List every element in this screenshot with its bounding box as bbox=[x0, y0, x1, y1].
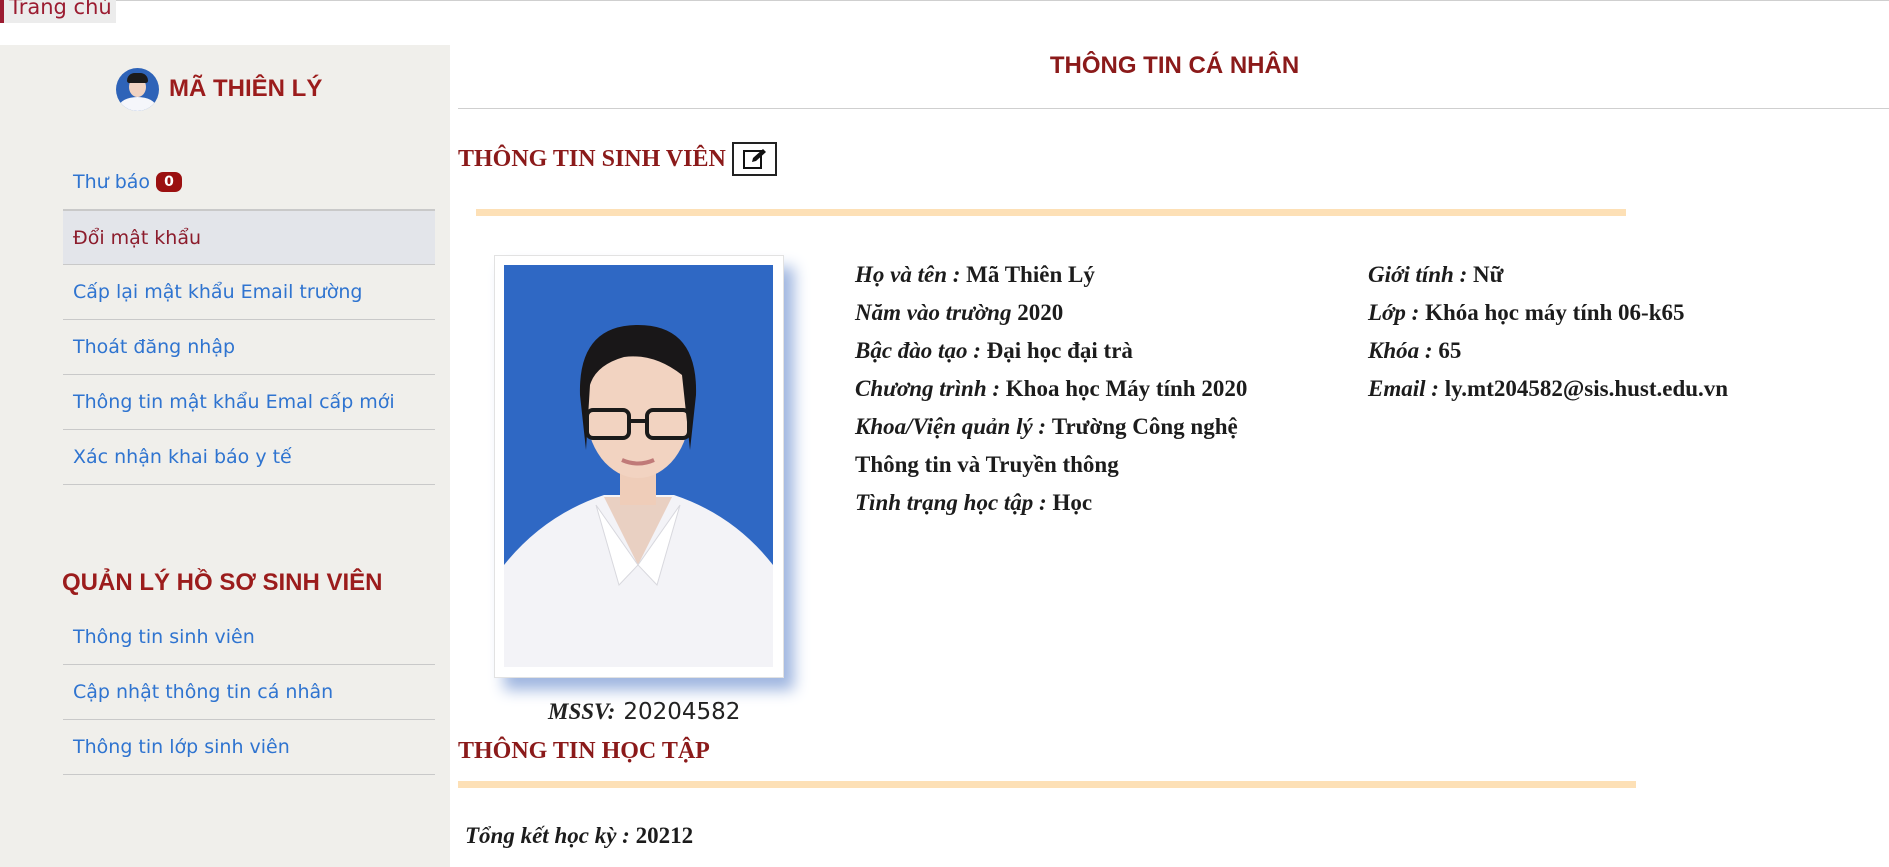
summary-separator: : bbox=[616, 823, 636, 848]
sidebar-item-logout[interactable]: Thoát đăng nhập bbox=[63, 320, 435, 375]
info-label: Năm vào trường bbox=[855, 300, 1012, 325]
info-value: 2020 bbox=[1017, 300, 1064, 325]
sidebar-item-label: Thông tin mật khẩu Emal cấp mới bbox=[73, 391, 395, 413]
info-value: Khóa học máy tính 06-k65 bbox=[1425, 300, 1685, 325]
info-separator: : bbox=[1032, 414, 1052, 439]
info-value: 65 bbox=[1438, 338, 1462, 363]
sidebar-item-reset-email-password[interactable]: Cấp lại mật khẩu Email trường bbox=[63, 265, 435, 320]
info-separator: : bbox=[1405, 300, 1426, 325]
info-right-column: Giới tính : Nữ Lớp : Khóa học máy tính 0… bbox=[1368, 256, 1728, 408]
sidebar-item-new-email-password[interactable]: Thông tin mật khẩu Emal cấp mới bbox=[63, 375, 435, 430]
info-label: Khoa/Viện quản lý bbox=[855, 414, 1033, 439]
info-value: Đại học đại trà bbox=[986, 338, 1133, 363]
page-title: THÔNG TIN CÁ NHÂN bbox=[1049, 52, 1300, 79]
profile-menu: Thông tin sinh viên Cập nhật thông tin c… bbox=[63, 610, 435, 775]
user-header: MÃ THIÊN LÝ bbox=[116, 67, 322, 111]
info-value: Trường Công nghệ bbox=[1051, 414, 1238, 439]
study-section-title: THÔNG TIN HỌC TẬP bbox=[458, 738, 710, 764]
sidebar-item-student-info[interactable]: Thông tin sinh viên bbox=[63, 610, 435, 665]
info-row: Giới tính : Nữ bbox=[1368, 256, 1728, 294]
info-row: Chương trình : Khoa học Máy tính 2020 bbox=[855, 370, 1247, 408]
sidebar-item-update-personal-info[interactable]: Cập nhật thông tin cá nhân bbox=[63, 665, 435, 720]
info-separator: : bbox=[1033, 490, 1053, 515]
sidebar-item-label: Thông tin lớp sinh viên bbox=[73, 736, 290, 758]
info-row: Lớp : Khóa học máy tính 06-k65 bbox=[1368, 294, 1728, 332]
account-menu: Thư báo 0 Đổi mật khẩu Cấp lại mật khẩu … bbox=[63, 155, 435, 485]
info-row: Thông tin và Truyền thông bbox=[855, 446, 1247, 484]
info-row: Họ và tên : Mã Thiên Lý bbox=[855, 256, 1247, 294]
avatar bbox=[116, 67, 159, 111]
info-label: Chương trình bbox=[855, 376, 987, 401]
summary-label: Tổng kết học kỳ bbox=[465, 823, 617, 848]
user-name: MÃ THIÊN LÝ bbox=[169, 75, 323, 102]
info-separator: : bbox=[947, 262, 967, 287]
info-value: Nữ bbox=[1473, 262, 1504, 287]
info-separator: : bbox=[1425, 376, 1445, 401]
top-border bbox=[0, 0, 1889, 1]
info-row: Khoa/Viện quản lý : Trường Công nghệ bbox=[855, 408, 1247, 446]
unread-badge: 0 bbox=[156, 172, 182, 192]
title-divider bbox=[458, 108, 1889, 109]
semester-summary: Tổng kết học kỳ : 20212 bbox=[465, 823, 693, 849]
study-section-divider bbox=[458, 781, 1636, 788]
info-row: Bậc đào tạo : Đại học đại trà bbox=[855, 332, 1247, 370]
sidebar-item-inbox[interactable]: Thư báo 0 bbox=[63, 155, 435, 210]
sidebar-item-label: Thư báo bbox=[73, 171, 151, 193]
sidebar-item-health-declaration[interactable]: Xác nhận khai báo y tế bbox=[63, 430, 435, 485]
edit-icon bbox=[742, 149, 766, 169]
student-id-value: 20204582 bbox=[623, 699, 741, 725]
info-row: Khóa : 65 bbox=[1368, 332, 1728, 370]
info-label: Khóa bbox=[1368, 338, 1420, 363]
info-label: Họ và tên bbox=[855, 262, 947, 287]
student-section-title: THÔNG TIN SINH VIÊN bbox=[458, 146, 726, 172]
profile-section-title: QUẢN LÝ HỒ SƠ SINH VIÊN bbox=[62, 569, 383, 596]
info-separator: : bbox=[1419, 338, 1439, 363]
sidebar-item-label: Thoát đăng nhập bbox=[73, 336, 236, 358]
info-label: Email bbox=[1368, 376, 1426, 401]
info-row: Email : ly.mt204582@sis.hust.edu.vn bbox=[1368, 370, 1728, 408]
info-label: Lớp bbox=[1368, 300, 1406, 325]
info-value: Học bbox=[1052, 490, 1093, 515]
info-value: ly.mt204582@sis.hust.edu.vn bbox=[1444, 376, 1729, 401]
student-id: MSSV: 20204582 bbox=[548, 699, 740, 725]
sidebar-item-label: Cập nhật thông tin cá nhân bbox=[73, 681, 334, 703]
sidebar-item-label: Đổi mật khẩu bbox=[73, 226, 202, 249]
info-row: Năm vào trường 2020 bbox=[855, 294, 1247, 332]
info-separator: : bbox=[1453, 262, 1474, 287]
sidebar-item-label: Thông tin sinh viên bbox=[73, 626, 255, 648]
home-tab[interactable]: Trang chủ bbox=[0, 0, 116, 23]
info-value: Thông tin và Truyền thông bbox=[855, 452, 1119, 477]
student-id-label: MSSV: bbox=[548, 699, 616, 724]
sidebar-item-label: Cấp lại mật khẩu Email trường bbox=[73, 281, 363, 303]
info-separator: : bbox=[986, 376, 1006, 401]
info-left-column: Họ và tên : Mã Thiên Lý Năm vào trường 2… bbox=[855, 256, 1247, 522]
sidebar-item-label: Xác nhận khai báo y tế bbox=[73, 446, 292, 468]
sidebar-item-change-password[interactable]: Đổi mật khẩu bbox=[63, 210, 435, 265]
info-label: Tình trạng học tập bbox=[855, 490, 1034, 515]
info-value: Khoa học Máy tính 2020 bbox=[1005, 376, 1248, 401]
student-photo-frame bbox=[494, 255, 784, 678]
summary-value: 20212 bbox=[635, 823, 694, 848]
info-value: Mã Thiên Lý bbox=[966, 262, 1095, 287]
info-separator: : bbox=[967, 338, 987, 363]
sidebar: MÃ THIÊN LÝ Thư báo 0 Đổi mật khẩu Cấp l… bbox=[0, 45, 450, 867]
info-label: Bậc đào tạo bbox=[855, 338, 968, 363]
info-label: Giới tính bbox=[1368, 262, 1454, 287]
info-row: Tình trạng học tập : Học bbox=[855, 484, 1247, 522]
edit-button[interactable] bbox=[732, 142, 777, 176]
sidebar-item-class-info[interactable]: Thông tin lớp sinh viên bbox=[63, 720, 435, 775]
student-photo bbox=[504, 265, 773, 667]
student-section-divider bbox=[476, 209, 1626, 216]
